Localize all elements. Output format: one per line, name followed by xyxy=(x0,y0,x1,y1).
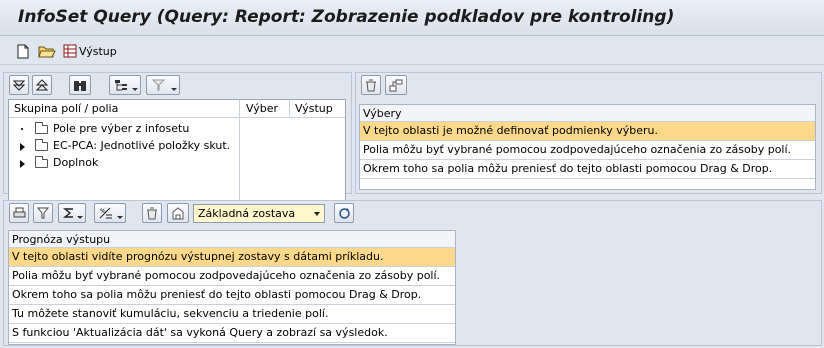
new-document-button[interactable] xyxy=(14,41,32,61)
tree-node-doplnok[interactable]: Doplnok xyxy=(9,155,345,171)
tree-node-label: EC-PCA: Jednotlivé položky skut. xyxy=(53,139,231,152)
tree-node-label: Doplnok xyxy=(53,156,99,169)
layout-select[interactable]: Základná zostava xyxy=(193,204,325,223)
column-header-group[interactable]: Skupina polí / polia xyxy=(14,102,118,115)
expand-all-icon xyxy=(13,80,25,91)
output-preview-header: Prognóza výstupu xyxy=(9,231,455,248)
tree-structure-icon xyxy=(115,80,127,91)
subtotal-icon: % xyxy=(99,207,112,219)
delete-output-button[interactable] xyxy=(142,203,162,223)
output-preview-row[interactable]: Okrem toho sa polia môžu preniesť do tej… xyxy=(9,286,455,305)
selections-row[interactable]: Okrem toho sa polia môžu preniesť do tej… xyxy=(360,160,815,179)
column-divider xyxy=(289,100,290,118)
window-title: InfoSet Query (Query: Report: Zobrazenie… xyxy=(18,7,675,27)
output-preview-row[interactable]: Tu môžete stanoviť kumuláciu, sekvenciu … xyxy=(9,305,455,324)
output-preview-pane: % Základná zostava Prognóza výstupu V te… xyxy=(3,200,822,346)
refresh-icon xyxy=(338,207,350,219)
delete-selection-button[interactable] xyxy=(361,75,381,95)
print-button[interactable] xyxy=(9,203,29,223)
filter-icon xyxy=(152,79,165,91)
folder-icon xyxy=(35,156,48,168)
subtotal-dropdown-button[interactable]: % xyxy=(94,203,126,223)
open-folder-button[interactable] xyxy=(37,41,57,61)
selections-row[interactable]: V tejto oblasti je možné definovať podmi… xyxy=(360,122,815,141)
field-tree-header: Skupina polí / polia Výber Výstup xyxy=(9,100,345,118)
tree-node-label: Pole pre výber z infosetu xyxy=(53,122,190,135)
expand-triangle-icon[interactable] xyxy=(20,143,25,151)
svg-text:%: % xyxy=(100,208,106,215)
collapse-all-icon xyxy=(36,79,48,91)
printer-icon xyxy=(13,207,25,218)
title-bar: InfoSet Query (Query: Report: Zobrazenie… xyxy=(0,0,824,36)
expand-triangle-icon[interactable] xyxy=(20,160,25,168)
collapse-all-button[interactable] xyxy=(32,75,52,95)
selections-pane: Výbery V tejto oblasti je možné definova… xyxy=(355,72,822,194)
output-preview-list: Prognóza výstupu V tejto oblasti vidíte … xyxy=(8,230,456,345)
layout-tree-button[interactable] xyxy=(167,203,189,223)
output-preview-row[interactable]: S funkciou 'Aktualizácia dát' sa vykoná … xyxy=(9,324,455,343)
sum-dropdown-button[interactable] xyxy=(58,203,86,223)
output-button-label: Výstup xyxy=(79,44,117,58)
refresh-data-button[interactable] xyxy=(334,203,354,223)
folder-icon xyxy=(35,122,48,134)
column-header-output[interactable]: Výstup xyxy=(295,102,333,115)
folder-icon xyxy=(35,139,48,151)
output-button[interactable]: Výstup xyxy=(63,41,123,61)
selection-options-button[interactable] xyxy=(385,75,407,95)
filter-output-button[interactable] xyxy=(33,203,53,223)
application-toolbar: Výstup xyxy=(0,37,824,65)
selection-tree-icon xyxy=(389,79,403,91)
tree-layout-dropdown-button[interactable] xyxy=(109,75,141,95)
selections-list: Výbery V tejto oblasti je možné definova… xyxy=(359,104,816,190)
binoculars-icon xyxy=(74,80,86,91)
list-output-icon xyxy=(63,44,77,58)
trash-icon xyxy=(147,207,157,219)
selections-header: Výbery xyxy=(360,105,815,122)
new-document-icon xyxy=(17,44,29,58)
filter-dropdown-button[interactable] xyxy=(146,75,180,95)
layout-select-value: Základná zostava xyxy=(198,207,296,220)
open-folder-icon xyxy=(38,46,56,57)
leaf-dot-icon xyxy=(21,128,23,130)
field-catalog-pane: Skupina polí / polia Výber Výstup Pole p… xyxy=(3,72,352,260)
column-header-selection[interactable]: Výber xyxy=(246,102,278,115)
tree-node-infoset-fields[interactable]: Pole pre výber z infosetu xyxy=(9,121,345,137)
tree-node-ec-pca[interactable]: EC-PCA: Jednotlivé položky skut. xyxy=(9,138,345,154)
hierarchy-icon xyxy=(172,206,184,219)
selections-row[interactable]: Polia môžu byť vybrané pomocou zodpoveda… xyxy=(360,141,815,160)
trash-icon xyxy=(366,79,376,91)
find-button[interactable] xyxy=(69,75,91,95)
funnel-icon xyxy=(37,207,49,219)
output-preview-row[interactable]: Polia môžu byť vybrané pomocou zodpoveda… xyxy=(9,267,455,286)
expand-all-button[interactable] xyxy=(9,75,29,95)
output-preview-row[interactable]: V tejto oblasti vidíte prognózu výstupne… xyxy=(9,248,455,267)
sum-icon xyxy=(63,208,73,218)
